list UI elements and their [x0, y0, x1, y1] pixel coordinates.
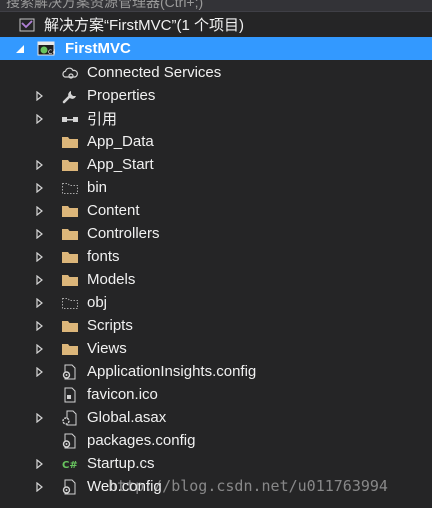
tree-item[interactable]: ApplicationInsights.config [0, 360, 432, 383]
watermark-text: http://blog.csdn.net/u011763994 [108, 477, 388, 495]
tree-item[interactable]: C# Startup.cs [0, 452, 432, 475]
tree-item[interactable]: App_Data [0, 130, 432, 153]
tree-item[interactable]: App_Start [0, 153, 432, 176]
expand-triangle-icon[interactable] [34, 320, 46, 332]
cloud-gear-icon [61, 65, 79, 81]
tree-item-label: bin [87, 179, 108, 196]
expand-triangle-icon[interactable] [34, 113, 46, 125]
tree-item[interactable]: Controllers [0, 222, 432, 245]
expand-triangle-icon[interactable] [34, 412, 46, 424]
collapse-triangle-icon[interactable] [14, 43, 26, 55]
tree-item-label: Connected Services [87, 64, 222, 81]
tree-item[interactable]: bin [0, 176, 432, 199]
tree-item-solution[interactable]: 解决方案“FirstMVC”(1 个项目) [0, 13, 432, 36]
expand-triangle-icon[interactable] [34, 159, 46, 171]
expand-triangle-icon[interactable] [34, 458, 46, 470]
tree-item[interactable]: favicon.ico [0, 383, 432, 406]
expand-triangle-icon[interactable] [34, 481, 46, 493]
folder-icon [61, 249, 79, 265]
tree-item-label: Global.asax [87, 409, 167, 426]
tree-item-label: obj [87, 294, 108, 311]
ico-file-icon [61, 387, 79, 403]
project-label: FirstMVC [65, 40, 131, 57]
tree-item[interactable]: fonts [0, 245, 432, 268]
tree-item[interactable]: Scripts [0, 314, 432, 337]
tree-item-label: Views [87, 340, 127, 357]
tree-item-label: favicon.ico [87, 386, 158, 403]
expand-triangle-icon[interactable] [34, 274, 46, 286]
expand-triangle-icon[interactable] [34, 343, 46, 355]
tree-item[interactable]: Connected Services [0, 61, 432, 84]
expand-triangle-icon[interactable] [34, 366, 46, 378]
tree-item[interactable]: packages.config [0, 429, 432, 452]
tree-item[interactable]: 引用 [0, 107, 432, 130]
visual-studio-solution-icon [18, 17, 36, 33]
search-placeholder: 搜索解决方案资源管理器(Ctrl+;) [6, 0, 204, 10]
tree-item-label: App_Start [87, 156, 154, 173]
expand-triangle-icon[interactable] [34, 251, 46, 263]
tree-item-label: Scripts [87, 317, 133, 334]
tree-item-label: Content [87, 202, 140, 219]
config-file-icon [61, 433, 79, 449]
tree-item[interactable]: obj [0, 291, 432, 314]
tree-item-label: App_Data [87, 133, 154, 150]
tree-item-label: packages.config [87, 432, 196, 449]
folder-icon [61, 272, 79, 288]
tree-item-label: 引用 [87, 111, 118, 128]
tree-item[interactable]: Global.asax [0, 406, 432, 429]
svg-text:C#: C# [62, 460, 78, 471]
tree-item-label: Models [87, 271, 136, 288]
expand-triangle-icon[interactable] [34, 182, 46, 194]
csharp-file-icon: C# [61, 456, 79, 472]
tree-item-project[interactable]: C# FirstMVC [0, 37, 432, 60]
config-file-icon [61, 479, 79, 495]
expand-triangle-icon[interactable] [34, 297, 46, 309]
tree-item-label: fonts [87, 248, 120, 265]
folder-icon [61, 134, 79, 150]
expand-triangle-icon[interactable] [34, 205, 46, 217]
tree-item[interactable]: Content [0, 199, 432, 222]
config-file-icon [61, 364, 79, 380]
tree-item[interactable]: Properties [0, 84, 432, 107]
tree-item-label: ApplicationInsights.config [87, 363, 257, 380]
references-icon [61, 111, 79, 127]
asax-file-icon [61, 410, 79, 426]
wrench-icon [61, 88, 79, 104]
tree-item-label: Controllers [87, 225, 160, 242]
expand-triangle-icon[interactable] [34, 90, 46, 102]
tree-item-label: Startup.cs [87, 455, 155, 472]
expand-triangle-icon[interactable] [34, 228, 46, 240]
folder-icon [61, 341, 79, 357]
folder-icon [61, 203, 79, 219]
search-box[interactable]: 搜索解决方案资源管理器(Ctrl+;) [0, 0, 432, 12]
solution-label: 解决方案“FirstMVC”(1 个项目) [44, 17, 244, 34]
hidden-folder-icon [61, 295, 79, 311]
tree-item-label: Properties [87, 87, 156, 104]
hidden-folder-icon [61, 180, 79, 196]
folder-icon [61, 157, 79, 173]
csharp-web-project-icon: C# [37, 41, 55, 57]
tree-item[interactable]: Models [0, 268, 432, 291]
svg-text:C#: C# [48, 49, 55, 56]
folder-icon [61, 226, 79, 242]
folder-icon [61, 318, 79, 334]
tree-item[interactable]: Views [0, 337, 432, 360]
